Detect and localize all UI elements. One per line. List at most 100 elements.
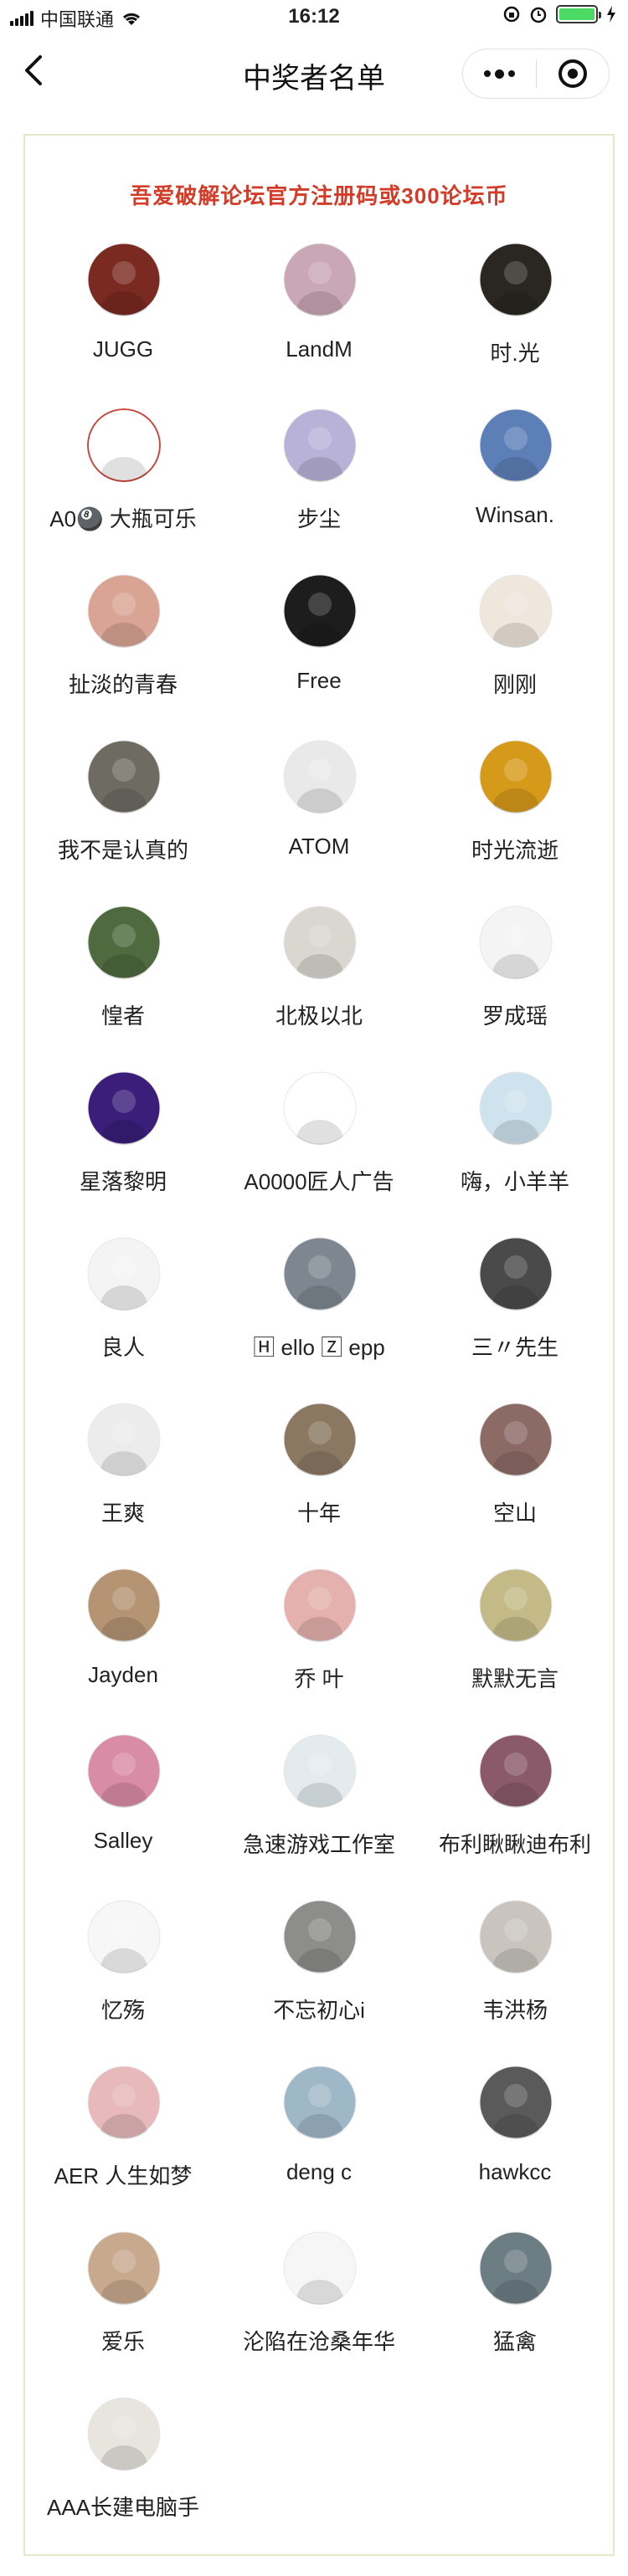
winner-name: AER 人生如梦 <box>54 2163 193 2189</box>
winner-name: Salley <box>93 1828 153 1853</box>
winner-avatar <box>87 1237 161 1311</box>
winner-item: 时.光 <box>417 243 613 402</box>
winner-name: A0🎱 大瓶可乐 <box>49 506 197 531</box>
winner-name: 乔 叶 <box>294 1666 344 1691</box>
winner-item: 时光流逝 <box>417 740 613 899</box>
winner-avatar <box>87 2065 161 2139</box>
winner-item: 忆殇 <box>25 1900 221 2059</box>
winner-item: 星落黎明 <box>25 1071 221 1230</box>
winner-item: 默默无言 <box>417 1568 613 1727</box>
winner-item: 爱乐 <box>25 2231 221 2390</box>
winner-item: 空山 <box>417 1403 613 1562</box>
charging-icon <box>607 6 615 23</box>
winner-name: 时.光 <box>490 341 540 366</box>
winner-item: 扯淡的青春 <box>25 574 221 733</box>
winner-item: 布利瞅瞅迪布利 <box>417 1734 613 1893</box>
close-program-button[interactable] <box>537 49 610 98</box>
winner-item: deng c <box>221 2065 417 2224</box>
winner-item: 我不是认真的 <box>25 740 221 899</box>
winner-avatar <box>479 408 553 482</box>
alarm-icon <box>530 7 547 23</box>
winner-avatar <box>283 574 357 648</box>
winner-name: 布利瞅瞅迪布利 <box>438 1832 591 1857</box>
winner-avatar <box>283 1734 357 1808</box>
status-right <box>502 5 616 23</box>
winner-name: 步尘 <box>296 506 341 531</box>
winner-item: 猛禽 <box>417 2231 613 2390</box>
winner-avatar <box>479 1734 553 1808</box>
winner-name: LandM <box>286 336 353 362</box>
winner-avatar <box>87 1900 161 1973</box>
winner-item: LandM <box>221 243 417 402</box>
winner-item: Jayden <box>25 1568 221 1727</box>
winner-avatar <box>479 1403 553 1476</box>
winner-name: 韦洪杨 <box>481 1998 548 2023</box>
winner-item: AAA长建电脑手 <box>25 2397 221 2556</box>
winner-avatar <box>479 1237 553 1311</box>
winners-card: 吾爱破解论坛官方注册码或300论坛币 JUGG LandM 时.光 A0🎱 大瓶可乐 步… <box>23 134 615 2556</box>
winner-name: 罗成瑶 <box>481 1003 548 1029</box>
winner-item: 不忘初心i <box>221 1900 417 2059</box>
winner-avatar <box>479 2065 553 2139</box>
winner-item: 刚刚 <box>417 574 613 733</box>
winner-avatar <box>479 740 553 813</box>
winner-name: 北极以北 <box>275 1003 363 1029</box>
winner-name: 十年 <box>296 1501 341 1526</box>
winner-avatar <box>283 1403 357 1476</box>
winner-avatar <box>87 906 161 979</box>
winner-item: 良人 <box>25 1237 221 1396</box>
winner-item: 三〃先生 <box>417 1237 613 1396</box>
winner-item: 十年 <box>221 1403 417 1562</box>
winner-avatar <box>479 243 553 316</box>
status-bar: 中国联通 16:12 <box>0 0 628 33</box>
winner-item: 王爽 <box>25 1403 221 1562</box>
mini-program-capsule <box>462 49 610 99</box>
winner-name: 扯淡的青春 <box>68 672 178 697</box>
winner-avatar <box>87 2231 161 2305</box>
winner-name: 惶者 <box>100 1003 145 1029</box>
winner-name: ATOM <box>288 834 350 859</box>
winner-avatar <box>283 408 357 482</box>
winner-name: 沦陷在沧桑年华 <box>242 2329 395 2354</box>
winner-avatar <box>283 1237 357 1311</box>
battery-icon <box>556 5 601 23</box>
winner-name: JUGG <box>92 336 154 362</box>
winner-avatar <box>479 1071 553 1145</box>
winner-avatar <box>479 1568 553 1642</box>
winner-item: hawkcc <box>417 2065 613 2224</box>
winner-name: 默默无言 <box>471 1666 559 1691</box>
winner-name: 爱乐 <box>100 2329 145 2354</box>
winner-item: 罗成瑶 <box>417 906 613 1065</box>
winner-item: Salley <box>25 1734 221 1893</box>
winner-item: 北极以北 <box>221 906 417 1065</box>
winner-name: 星落黎明 <box>79 1169 167 1194</box>
winner-avatar <box>283 1071 357 1145</box>
winner-item: Winsan. <box>417 408 613 567</box>
winner-name: Winsan. <box>476 502 554 527</box>
winner-avatar <box>87 243 161 316</box>
winner-name: 刚刚 <box>492 672 537 697</box>
winner-name: deng c <box>286 2159 353 2184</box>
winner-avatar <box>479 574 553 648</box>
winner-avatar <box>87 574 161 648</box>
winner-name: 猛禽 <box>492 2329 537 2354</box>
winner-item: 步尘 <box>221 408 417 567</box>
winner-name: 我不是认真的 <box>57 838 188 863</box>
winner-name: 三〃先生 <box>471 1335 559 1360</box>
more-button[interactable] <box>463 49 536 98</box>
winner-avatar <box>87 408 161 482</box>
winner-name: 王爽 <box>100 1501 145 1526</box>
winner-avatar <box>479 906 553 979</box>
winner-name: Free <box>296 668 342 693</box>
prize-description: 吾爱破解论坛官方注册码或300论坛币 <box>130 183 508 208</box>
rotation-lock-icon <box>503 6 520 23</box>
winner-item: 惶者 <box>25 906 221 1065</box>
winner-name: 忆殇 <box>100 1998 145 2023</box>
winner-name: 时光流逝 <box>471 838 559 863</box>
winner-item: 嗨，小羊羊 <box>417 1071 613 1230</box>
winner-avatar <box>283 1900 357 1973</box>
winner-avatar <box>479 1900 553 1973</box>
winner-avatar <box>283 243 357 316</box>
winner-name: 良人 <box>100 1335 145 1360</box>
winner-item: 韦洪杨 <box>417 1900 613 2059</box>
